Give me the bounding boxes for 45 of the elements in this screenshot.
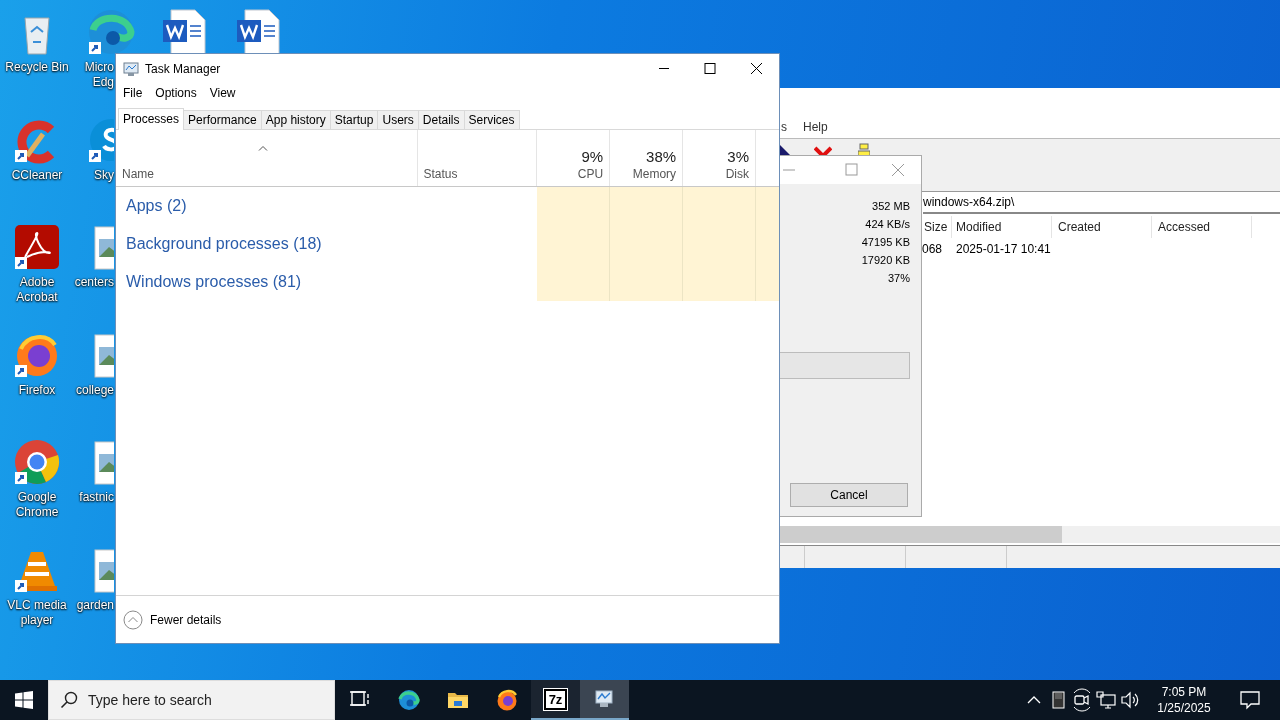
menu-item[interactable]: View	[209, 86, 236, 100]
column-total: 9%	[581, 147, 604, 167]
column-header[interactable]: Created	[1052, 216, 1152, 238]
tab[interactable]: Startup	[330, 110, 379, 129]
tab[interactable]: Services	[464, 110, 520, 129]
tab[interactable]: Processes	[118, 108, 185, 130]
window-title: Task Manager	[145, 61, 222, 76]
clock-button[interactable]: 7:05 PM 1/25/2025	[1142, 684, 1226, 716]
column-header[interactable]: Modified	[952, 216, 1052, 238]
column-name: Disk	[725, 167, 749, 182]
search-field[interactable]: Type here to search	[48, 680, 335, 720]
value-text: 424 KB/s	[865, 217, 910, 232]
value-text: 17920 KB	[861, 253, 910, 268]
value-text: 47195 KB	[861, 235, 910, 250]
column-name: CPU	[577, 167, 604, 182]
address-field[interactable]: windows-x64.zip\	[923, 192, 1280, 214]
fewer-details-button[interactable]: Fewer details	[123, 609, 222, 630]
taskbar-button[interactable]: 7z	[531, 680, 580, 720]
menu-item[interactable]: Options	[155, 86, 197, 100]
group-header[interactable]: Background processes (18)	[116, 225, 418, 263]
menu-item[interactable]: Help	[802, 120, 829, 134]
group-header[interactable]: Apps (2)	[116, 187, 418, 225]
menu-item[interactable]: s	[780, 120, 788, 134]
column-total: 38%	[646, 147, 677, 167]
column-header[interactable]: Status	[417, 130, 538, 186]
tab[interactable]: Performance	[184, 110, 262, 129]
tab[interactable]: Users	[378, 110, 419, 129]
column-name: Memory	[632, 167, 677, 182]
column-header[interactable]: 3% Disk	[683, 130, 756, 186]
tab[interactable]: Details	[418, 110, 465, 129]
table-cell-text: 2025-01-17 10:41	[955, 242, 1052, 256]
column-header[interactable]: 9% CPU	[537, 130, 611, 186]
value-text: 37%	[887, 271, 910, 286]
column-total: 3%	[727, 147, 749, 167]
column-name: Name	[122, 167, 155, 182]
table-cell-text: 068	[922, 242, 944, 256]
column-header[interactable]: Name	[116, 130, 418, 186]
menu-item[interactable]: File	[123, 86, 143, 100]
column-header[interactable]: Accessed	[1152, 216, 1252, 238]
column-name: Status	[423, 167, 459, 182]
cancel-button[interactable]: Cancel	[790, 483, 908, 507]
value-text: 352 MB	[872, 199, 910, 214]
group-header[interactable]: Windows processes (81)	[116, 263, 418, 301]
tab[interactable]: App history	[261, 110, 331, 129]
column-header[interactable]: 38% Memory	[610, 130, 684, 186]
